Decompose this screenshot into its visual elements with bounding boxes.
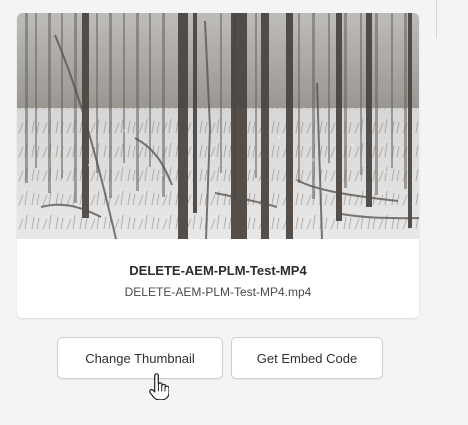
video-thumbnail — [17, 13, 419, 239]
asset-title: DELETE-AEM-PLM-Test-MP4 — [129, 263, 307, 278]
asset-card: DELETE-AEM-PLM-Test-MP4 DELETE-AEM-PLM-T… — [17, 13, 419, 318]
asset-filename: DELETE-AEM-PLM-Test-MP4.mp4 — [124, 285, 312, 299]
asset-actions: Change Thumbnail Get Embed Code — [57, 337, 383, 379]
get-embed-code-button[interactable]: Get Embed Code — [231, 337, 383, 379]
panel-divider — [436, 0, 437, 38]
change-thumbnail-button[interactable]: Change Thumbnail — [57, 337, 223, 379]
